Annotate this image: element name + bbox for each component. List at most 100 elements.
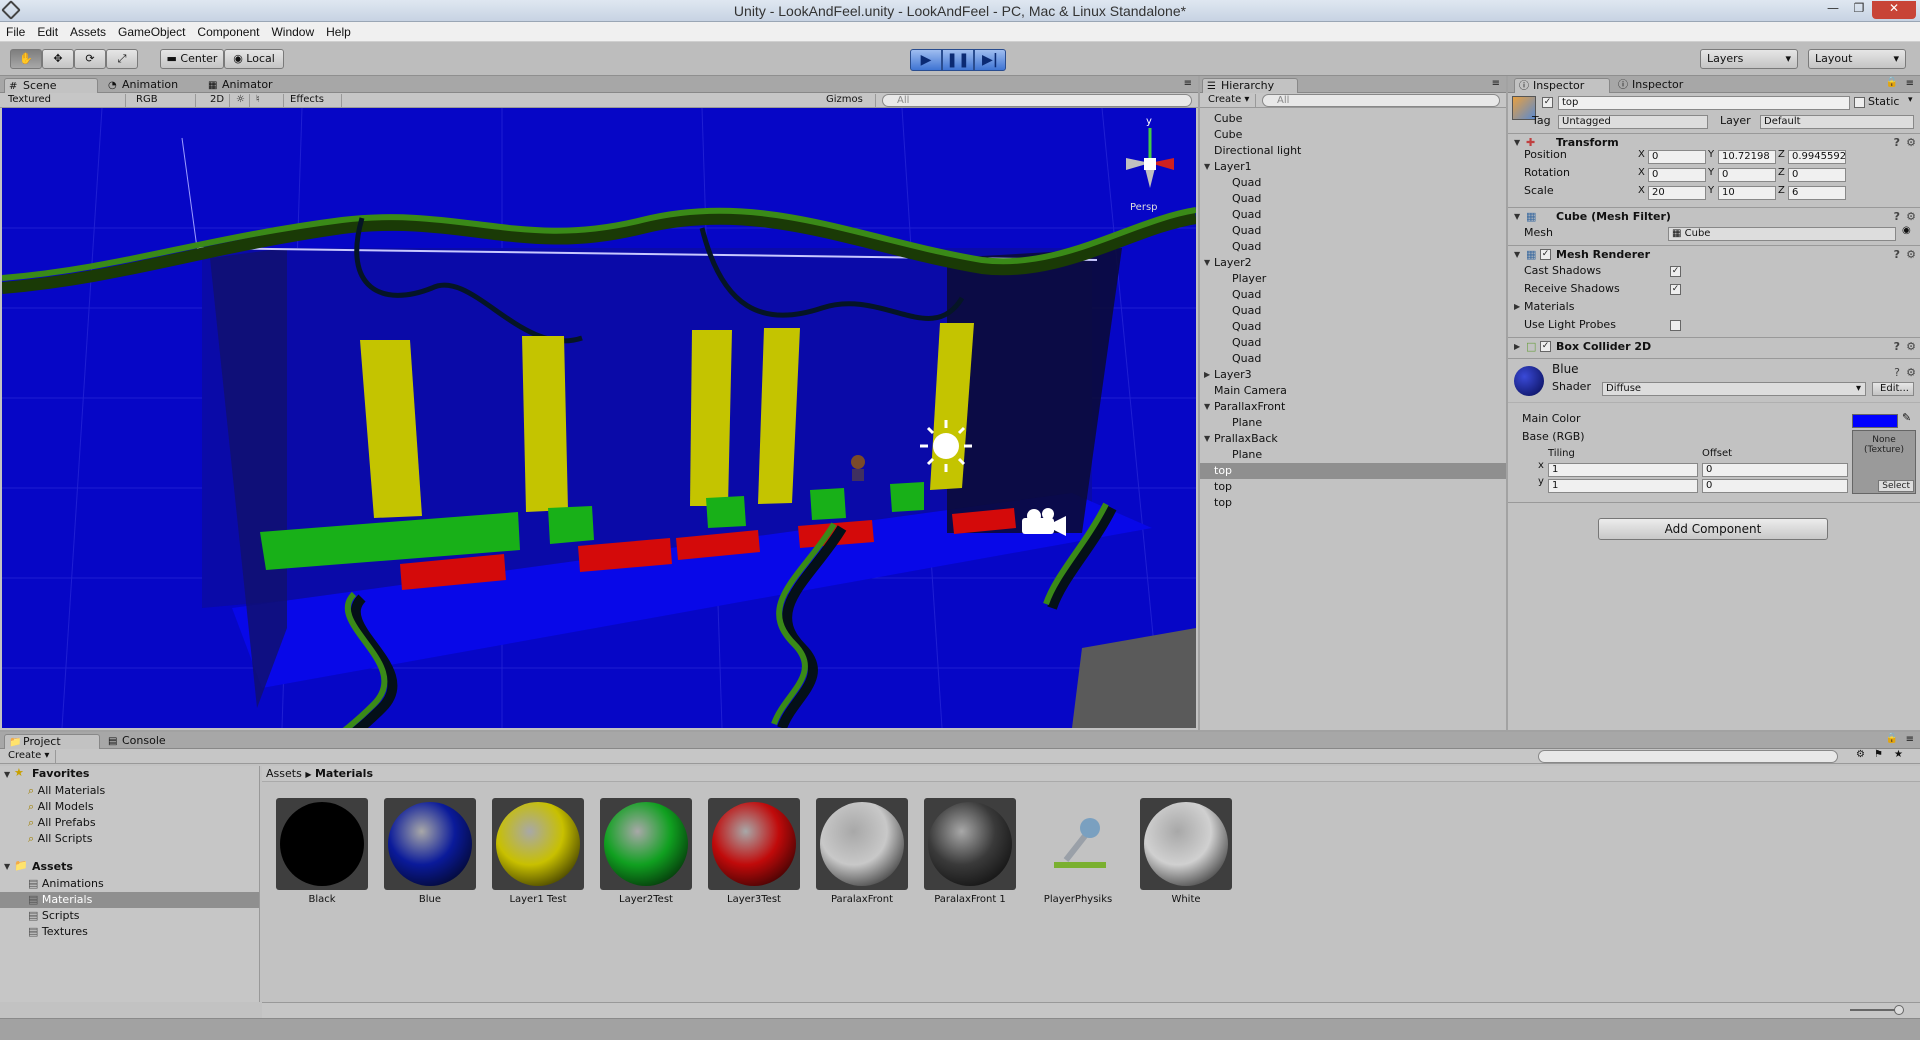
maximize-icon[interactable]: ❐: [1846, 1, 1872, 19]
asset-item[interactable]: Blue: [382, 798, 478, 908]
favorite-item[interactable]: ⌕ All Materials: [28, 783, 248, 799]
gear-icon[interactable]: ⚙: [1906, 134, 1916, 152]
position-y-field[interactable]: 10.72198: [1718, 150, 1776, 164]
mesh-renderer-header[interactable]: ▼ ▦ ✓ Mesh Renderer ? ⚙: [1508, 246, 1920, 264]
lighting-toggle[interactable]: ☼: [232, 94, 250, 107]
lock-icon[interactable]: 🔒: [1886, 77, 1898, 88]
tiling-y-field[interactable]: 1: [1548, 479, 1698, 493]
fold-down-icon[interactable]: ▼: [1204, 255, 1210, 271]
hierarchy-item[interactable]: Quad: [1200, 223, 1506, 239]
folder-item[interactable]: ▤ Scripts: [0, 908, 259, 924]
texture-select-button[interactable]: Select: [1878, 480, 1914, 492]
gear-icon[interactable]: ⚙: [1906, 246, 1916, 264]
fold-right-icon[interactable]: ▶: [1204, 367, 1210, 383]
shader-dropdown[interactable]: Diffuse ▾: [1602, 382, 1866, 396]
asset-item[interactable]: White: [1138, 798, 1234, 908]
hierarchy-item[interactable]: ▼ Layer1: [1200, 159, 1506, 175]
close-icon[interactable]: ✕: [1872, 1, 1916, 19]
move-tool-button[interactable]: ✥: [42, 49, 74, 69]
offset-x-field[interactable]: 0: [1702, 463, 1848, 477]
hierarchy-item[interactable]: Directional light: [1200, 143, 1506, 159]
tab-inspector-2[interactable]: ⓘ Inspector: [1614, 78, 1710, 93]
hierarchy-item[interactable]: Cube: [1200, 127, 1506, 143]
hierarchy-item[interactable]: Quad: [1200, 303, 1506, 319]
panel-menu-icon[interactable]: ≡: [1184, 78, 1192, 89]
project-create-dropdown[interactable]: Create ▾: [4, 750, 56, 763]
menu-help[interactable]: Help: [320, 22, 357, 39]
box-collider-enabled-checkbox[interactable]: ✓: [1540, 341, 1551, 352]
menu-assets[interactable]: Assets: [64, 22, 112, 39]
scale-z-field[interactable]: 6: [1788, 186, 1846, 200]
menu-component[interactable]: Component: [191, 22, 265, 39]
color-mode-dropdown[interactable]: RGB: [132, 94, 196, 107]
rotation-y-field[interactable]: 0: [1718, 168, 1776, 182]
pivot-center-button[interactable]: ▬ Center: [160, 49, 224, 69]
gear-icon[interactable]: ⚙: [1906, 338, 1916, 356]
fold-down-icon[interactable]: ▼: [1204, 399, 1210, 415]
mesh-renderer-enabled-checkbox[interactable]: ✓: [1540, 249, 1551, 260]
help-icon[interactable]: ?: [1894, 338, 1900, 356]
rotation-x-field[interactable]: 0: [1648, 168, 1706, 182]
scene-viewport[interactable]: y Persp: [2, 108, 1196, 728]
tab-hierarchy[interactable]: ☰ Hierarchy: [1202, 78, 1298, 93]
active-checkbox[interactable]: ✓: [1542, 97, 1553, 108]
hierarchy-item[interactable]: ▼ PrallaxBack: [1200, 431, 1506, 447]
asset-item[interactable]: PlayerPhysiks: [1030, 798, 1126, 908]
main-color-swatch[interactable]: [1852, 414, 1898, 428]
favorite-star-icon[interactable]: ★: [1894, 749, 1903, 760]
menu-file[interactable]: File: [0, 22, 31, 39]
folder-item[interactable]: ▤ Materials: [0, 892, 259, 908]
help-icon[interactable]: ?: [1894, 208, 1900, 226]
2d-toggle[interactable]: 2D: [206, 94, 230, 107]
tab-animation[interactable]: ◔ Animation: [104, 78, 198, 93]
hand-tool-button[interactable]: ✋: [10, 49, 42, 69]
gear-icon[interactable]: ⚙: [1906, 366, 1916, 379]
fold-right-icon[interactable]: ▶: [1514, 302, 1520, 311]
rotate-tool-button[interactable]: ⟳: [74, 49, 106, 69]
mesh-filter-header[interactable]: ▼ ▦ Cube (Mesh Filter) ? ⚙: [1508, 208, 1920, 226]
filter-label-icon[interactable]: ⚑: [1874, 749, 1883, 760]
fold-down-icon[interactable]: ▼: [4, 770, 10, 779]
layer-dropdown[interactable]: Default: [1760, 115, 1914, 129]
static-dropdown-icon[interactable]: ▾: [1908, 95, 1913, 105]
object-name-field[interactable]: top: [1558, 96, 1850, 110]
folder-item[interactable]: ▤ Animations: [0, 876, 259, 892]
shader-edit-button[interactable]: Edit...: [1872, 382, 1914, 396]
panel-menu-icon[interactable]: ≡: [1492, 78, 1500, 89]
folder-item[interactable]: ▤ Textures: [0, 924, 259, 940]
lock-icon[interactable]: 🔒: [1886, 733, 1898, 744]
tab-project[interactable]: 📁 Project: [4, 734, 100, 749]
panel-menu-icon[interactable]: ≡: [1906, 734, 1914, 745]
favorite-item[interactable]: ⌕ All Models: [28, 799, 248, 815]
layers-dropdown[interactable]: Layers ▾: [1700, 49, 1798, 69]
render-mode-dropdown[interactable]: Textured: [4, 94, 126, 107]
eyedropper-icon[interactable]: ✎: [1902, 411, 1911, 424]
hierarchy-item[interactable]: Quad: [1200, 207, 1506, 223]
add-component-button[interactable]: Add Component: [1598, 518, 1828, 540]
asset-item[interactable]: Black: [274, 798, 370, 908]
menu-window[interactable]: Window: [265, 22, 320, 39]
tab-animator[interactable]: ▦ Animator: [204, 78, 298, 93]
tab-inspector[interactable]: ⓘ Inspector: [1514, 78, 1610, 93]
menu-edit[interactable]: Edit: [31, 22, 64, 39]
asset-item[interactable]: ParalaxFront: [814, 798, 910, 908]
hierarchy-item[interactable]: Quad: [1200, 319, 1506, 335]
scale-x-field[interactable]: 20: [1648, 186, 1706, 200]
scale-tool-button[interactable]: ⤢: [106, 49, 138, 69]
scene-search-input[interactable]: All: [882, 94, 1192, 107]
hierarchy-item[interactable]: Quad: [1200, 287, 1506, 303]
help-icon[interactable]: ?: [1894, 134, 1900, 152]
hierarchy-item[interactable]: Quad: [1200, 335, 1506, 351]
project-search-input[interactable]: [1538, 750, 1838, 763]
hierarchy-item[interactable]: ▼ ParallaxFront: [1200, 399, 1506, 415]
scale-y-field[interactable]: 10: [1718, 186, 1776, 200]
help-icon[interactable]: ?: [1894, 246, 1900, 264]
effects-dropdown[interactable]: Effects: [286, 94, 342, 107]
breadcrumb-assets[interactable]: Assets: [266, 767, 302, 780]
hierarchy-item[interactable]: Quad: [1200, 175, 1506, 191]
position-x-field[interactable]: 0: [1648, 150, 1706, 164]
breadcrumb-materials[interactable]: Materials: [315, 767, 373, 780]
favorite-item[interactable]: ⌕ All Scripts: [28, 831, 248, 847]
panel-menu-icon[interactable]: ≡: [1906, 78, 1914, 89]
audio-toggle[interactable]: ♮: [252, 94, 284, 107]
